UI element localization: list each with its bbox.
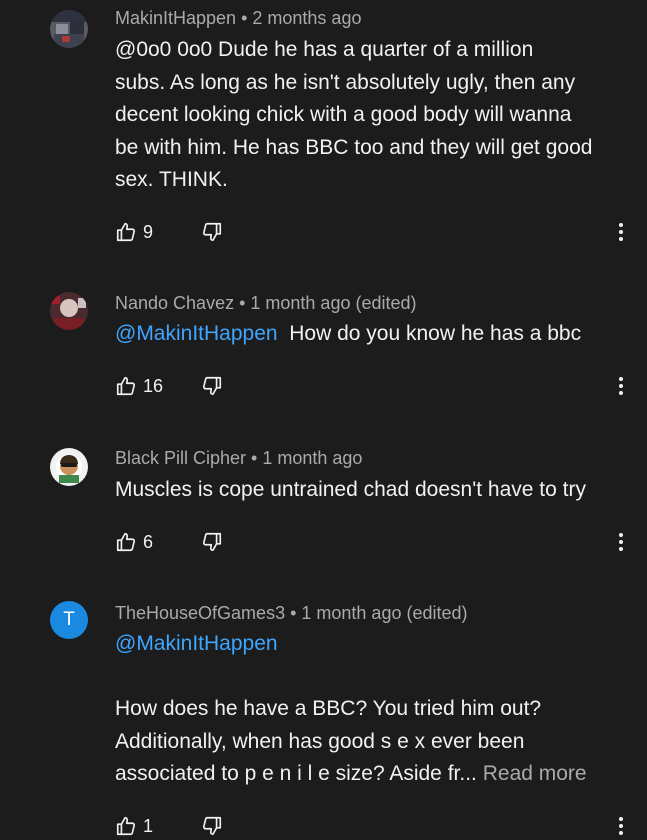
dislike-button[interactable] <box>201 812 223 840</box>
thumbs-up-icon <box>115 531 137 553</box>
dislike-button[interactable] <box>201 372 223 400</box>
thumbs-up-icon <box>115 815 137 837</box>
comment-text-line: associated to p e n i l e size? Aside fr… <box>115 758 625 791</box>
more-vertical-icon[interactable] <box>612 528 630 556</box>
comment-text: @0o0 0o0 Dude he has a quarter of a mill… <box>115 34 625 197</box>
comment-text-line: Muscles is cope untrained chad doesn't h… <box>115 478 586 501</box>
more-vertical-icon[interactable] <box>612 218 630 246</box>
comment-meta: TheHouseOfGames3 • 1 month ago (edited) <box>115 603 468 624</box>
like-count: 1 <box>143 815 154 836</box>
comment-text-line: @0o0 0o0 Dude he has a quarter of a mill… <box>115 38 534 61</box>
comment-text: @MakinItHappen <box>115 628 625 661</box>
comment-actions: 1 <box>115 812 635 840</box>
like-button[interactable]: 6 <box>115 528 153 556</box>
thumbs-down-icon <box>201 221 223 243</box>
comment-meta: Nando Chavez • 1 month ago (edited) <box>115 293 417 314</box>
read-more-link[interactable]: Read more <box>483 762 587 785</box>
author-name[interactable]: MakinItHappen <box>115 8 236 28</box>
more-vertical-icon[interactable] <box>612 812 630 840</box>
author-name[interactable]: Nando Chavez <box>115 293 234 313</box>
comment-text-line: decent looking chick with a good body wi… <box>115 103 572 126</box>
comment-text-line: How does he have a BBC? You tried him ou… <box>115 697 542 720</box>
comment-text: How does he have a BBC? You tried him ou… <box>115 693 625 791</box>
comment-time[interactable]: 2 months ago <box>252 8 361 28</box>
mention-link[interactable]: @MakinItHappen <box>115 628 625 661</box>
avatar[interactable]: T <box>50 601 88 639</box>
like-button[interactable]: 9 <box>115 218 153 246</box>
comment-text-line: sex. THINK. <box>115 168 228 191</box>
author-name[interactable]: Black Pill Cipher <box>115 448 246 468</box>
dislike-button[interactable] <box>201 528 223 556</box>
like-button[interactable]: 16 <box>115 372 163 400</box>
comment-actions: 16 <box>115 372 635 400</box>
thumbs-down-icon <box>201 375 223 397</box>
comment-text: Muscles is cope untrained chad doesn't h… <box>115 474 625 507</box>
thumbs-up-icon <box>115 375 137 397</box>
avatar[interactable] <box>50 10 88 48</box>
like-count: 9 <box>143 221 154 242</box>
mention-link[interactable]: @MakinItHappen <box>115 322 278 345</box>
like-count: 6 <box>143 531 154 552</box>
more-vertical-icon[interactable] <box>612 372 630 400</box>
comment-time[interactable]: 1 month ago <box>262 448 362 468</box>
comment-actions: 6 <box>115 528 635 556</box>
avatar[interactable] <box>50 448 88 486</box>
separator-dot: • <box>290 603 297 623</box>
comment-time[interactable]: 1 month ago (edited) <box>250 293 416 313</box>
comment-text-line: subs. As long as he isn't absolutely ugl… <box>115 70 576 94</box>
comment-text-segment: associated to p e n i l e size? Aside fr… <box>115 762 477 785</box>
comment-text-line: Additionally, when has good s e x ever b… <box>115 729 525 753</box>
comment-actions: 9 <box>115 218 635 246</box>
comment-meta: MakinItHappen • 2 months ago <box>115 8 361 29</box>
thumbs-down-icon <box>201 815 223 837</box>
separator-dot: • <box>241 8 248 28</box>
comment-time[interactable]: 1 month ago (edited) <box>301 603 467 623</box>
avatar[interactable] <box>50 292 88 330</box>
separator-dot: • <box>251 448 258 468</box>
comment-text-line: How do you know he has a bbc <box>289 322 582 345</box>
comment-text: @MakinItHappen How do you know he has a … <box>115 318 625 351</box>
author-name[interactable]: TheHouseOfGames3 <box>115 603 285 623</box>
like-button[interactable]: 1 <box>115 812 153 840</box>
like-count: 16 <box>143 375 164 396</box>
thumbs-up-icon <box>115 221 137 243</box>
comment-meta: Black Pill Cipher • 1 month ago <box>115 448 362 469</box>
comment-text-line: be with him. He has BBC too and they wil… <box>115 135 593 159</box>
dislike-button[interactable] <box>201 218 223 246</box>
separator-dot: • <box>239 293 246 313</box>
thumbs-down-icon <box>201 531 223 553</box>
